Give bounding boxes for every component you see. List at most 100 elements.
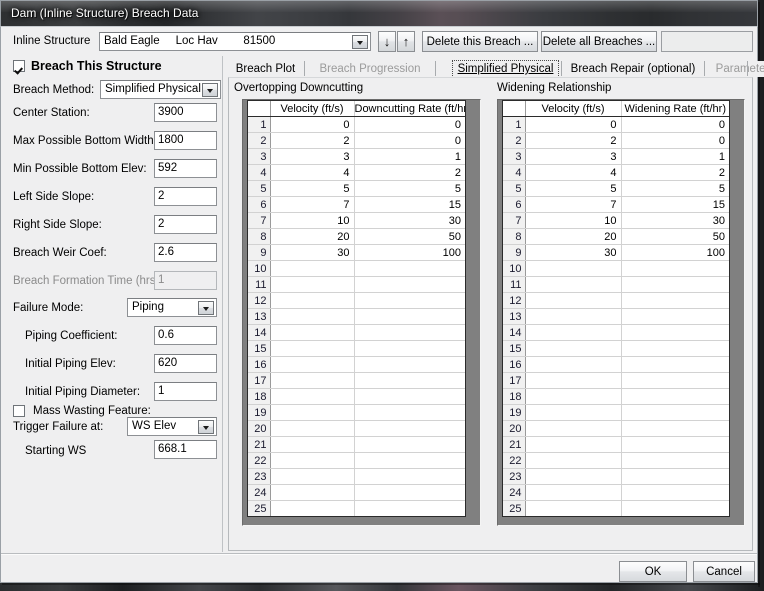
table-row[interactable]: 22: [503, 453, 729, 469]
chevron-down-icon[interactable]: [198, 420, 214, 434]
grid-cell[interactable]: [621, 261, 729, 277]
grid-cell[interactable]: [621, 469, 729, 485]
table-row[interactable]: 21: [248, 437, 465, 453]
table-row[interactable]: 11: [503, 277, 729, 293]
grid-cell[interactable]: 30: [354, 213, 465, 229]
table-row[interactable]: 23: [503, 469, 729, 485]
table-row[interactable]: 16: [248, 357, 465, 373]
grid-cell[interactable]: [525, 437, 621, 453]
piping-coefficient-input[interactable]: 0.6: [154, 326, 217, 345]
grid-cell[interactable]: [525, 469, 621, 485]
grid-cell[interactable]: 1: [354, 149, 465, 165]
breach-method-combo[interactable]: Simplified Physical: [100, 80, 221, 99]
previous-structure-button[interactable]: ↑: [397, 31, 415, 52]
grid-cell[interactable]: 100: [621, 245, 729, 261]
grid-cell[interactable]: [621, 357, 729, 373]
grid-cell[interactable]: [621, 453, 729, 469]
max-bottom-width-input[interactable]: 1800: [154, 131, 217, 150]
table-row[interactable]: 25: [248, 501, 465, 517]
grid-cell[interactable]: [270, 277, 354, 293]
table-row[interactable]: 331: [248, 149, 465, 165]
grid-cell[interactable]: [270, 405, 354, 421]
grid-cell[interactable]: 15: [354, 197, 465, 213]
grid-cell[interactable]: [354, 405, 465, 421]
grid-cell[interactable]: [525, 501, 621, 517]
tab-simplified-physical[interactable]: Simplified Physical: [452, 60, 559, 78]
table-row[interactable]: 19: [248, 405, 465, 421]
grid-cell[interactable]: [525, 341, 621, 357]
delete-this-breach-button[interactable]: Delete this Breach ...: [422, 31, 538, 52]
table-row[interactable]: 12: [503, 293, 729, 309]
grid-cell[interactable]: [270, 453, 354, 469]
table-row[interactable]: 20: [248, 421, 465, 437]
grid-cell[interactable]: [621, 437, 729, 453]
table-row[interactable]: 220: [503, 133, 729, 149]
table-row[interactable]: 23: [248, 469, 465, 485]
grid-cell[interactable]: 2: [354, 165, 465, 181]
grid-cell[interactable]: [270, 309, 354, 325]
table-row[interactable]: 24: [503, 485, 729, 501]
grid-cell[interactable]: 30: [270, 245, 354, 261]
table-row[interactable]: 82050: [248, 229, 465, 245]
title-bar[interactable]: Dam (Inline Structure) Breach Data: [0, 0, 758, 26]
starting-ws-input[interactable]: 668.1: [154, 440, 217, 459]
grid-cell[interactable]: 2: [525, 133, 621, 149]
grid-cell[interactable]: 2: [621, 165, 729, 181]
grid-cell[interactable]: 50: [621, 229, 729, 245]
table-row[interactable]: 442: [248, 165, 465, 181]
table-row[interactable]: 15: [248, 341, 465, 357]
grid-cell[interactable]: 0: [354, 133, 465, 149]
grid-cell[interactable]: 30: [525, 245, 621, 261]
table-row[interactable]: 22: [248, 453, 465, 469]
grid-cell[interactable]: [354, 437, 465, 453]
table-row[interactable]: 25: [503, 501, 729, 517]
grid-cell[interactable]: [354, 309, 465, 325]
grid-cell[interactable]: [621, 309, 729, 325]
grid-cell[interactable]: [354, 293, 465, 309]
grid-cell[interactable]: [270, 293, 354, 309]
grid-cell[interactable]: 3: [270, 149, 354, 165]
table-row[interactable]: 14: [248, 325, 465, 341]
table-row[interactable]: 442: [503, 165, 729, 181]
grid-cell[interactable]: 0: [525, 117, 621, 133]
table-row[interactable]: 18: [248, 389, 465, 405]
table-row[interactable]: 10: [248, 261, 465, 277]
grid-cell[interactable]: [270, 261, 354, 277]
table-row[interactable]: 12: [248, 293, 465, 309]
trigger-failure-combo[interactable]: WS Elev: [127, 417, 217, 436]
table-row[interactable]: 20: [503, 421, 729, 437]
table-row[interactable]: 10: [503, 261, 729, 277]
min-bottom-elev-input[interactable]: 592: [154, 159, 217, 178]
grid-cell[interactable]: [525, 485, 621, 501]
grid-cell[interactable]: 1: [621, 149, 729, 165]
grid-cell[interactable]: 100: [354, 245, 465, 261]
grid-cell[interactable]: [525, 309, 621, 325]
grid-cell[interactable]: [270, 373, 354, 389]
grid-cell[interactable]: [354, 469, 465, 485]
table-row[interactable]: 100: [503, 117, 729, 133]
overtopping-grid[interactable]: Velocity (ft/s)Downcutting Rate (ft/hr) …: [247, 100, 466, 517]
grid-cell[interactable]: 5: [354, 181, 465, 197]
table-row[interactable]: 14: [503, 325, 729, 341]
table-row[interactable]: 331: [503, 149, 729, 165]
grid-cell[interactable]: [270, 325, 354, 341]
grid-cell[interactable]: 2: [270, 133, 354, 149]
ok-button[interactable]: OK: [619, 561, 687, 582]
grid-cell[interactable]: 3: [525, 149, 621, 165]
initial-piping-elev-input[interactable]: 620: [154, 354, 217, 373]
table-row[interactable]: 930100: [503, 245, 729, 261]
grid-cell[interactable]: [621, 501, 729, 517]
table-row[interactable]: 24: [248, 485, 465, 501]
table-row[interactable]: 11: [248, 277, 465, 293]
table-row[interactable]: 100: [248, 117, 465, 133]
grid-cell[interactable]: 0: [270, 117, 354, 133]
widening-grid[interactable]: Velocity (ft/s)Widening Rate (ft/hr) 100…: [502, 100, 730, 517]
table-row[interactable]: 16: [503, 357, 729, 373]
right-side-slope-input[interactable]: 2: [154, 215, 217, 234]
grid-cell[interactable]: [525, 277, 621, 293]
grid-cell[interactable]: [270, 501, 354, 517]
table-row[interactable]: 17: [248, 373, 465, 389]
grid-cell[interactable]: [525, 421, 621, 437]
grid-cell[interactable]: [525, 293, 621, 309]
table-row[interactable]: 6715: [503, 197, 729, 213]
